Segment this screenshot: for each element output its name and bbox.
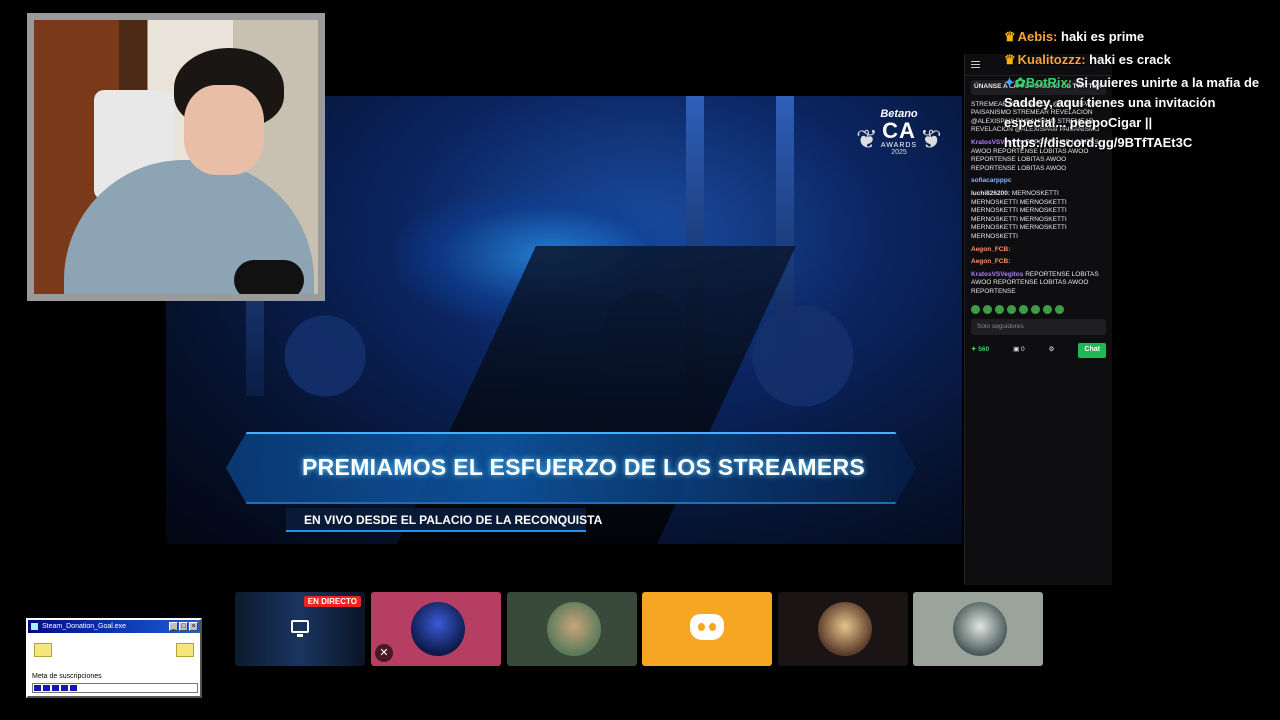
banner-title: PREMIAMOS EL ESFUERZO DE LOS STREAMERS — [302, 454, 866, 480]
participant-tile[interactable] — [778, 592, 908, 666]
overlay-message: ♛ Kualitozzz: haki es crack — [1004, 50, 1274, 70]
chat-message: luchi826200: MERNOSKETTI MERNOSKETTI MER… — [971, 190, 1106, 242]
screen-share-tile[interactable]: EN DIRECTO — [235, 592, 365, 666]
bits-value: 0 — [1021, 346, 1025, 354]
emote-icon[interactable] — [1055, 305, 1064, 315]
overlay-text: haki es prime — [1061, 29, 1145, 44]
chat-username[interactable]: luchi826200: — [971, 190, 1010, 197]
chat-message: sofiacarpppc — [971, 177, 1106, 186]
points-value: 560 — [978, 346, 990, 354]
goal-progress-bar — [32, 683, 198, 693]
award-logo: Betano CA AWARDS 2025 ❦ ❦ — [854, 108, 944, 156]
webcam-frame — [27, 13, 325, 301]
close-icon[interactable]: × — [189, 622, 198, 631]
crown-icon: ♛ — [1004, 29, 1016, 44]
discord-icon — [690, 614, 724, 640]
emote-bar — [965, 302, 1112, 317]
participant-tile[interactable] — [507, 592, 637, 666]
window-body: Meta de suscripciones — [28, 633, 200, 696]
avatar — [547, 602, 601, 656]
streamer-face — [184, 85, 264, 175]
channel-points[interactable]: ✦ 560 — [971, 346, 989, 355]
chat-username[interactable]: sofiacarpppc — [971, 177, 1011, 184]
chat-username[interactable]: KratosVSVegitos — [971, 271, 1023, 278]
chat-username[interactable]: Aegon_FCB: — [971, 258, 1010, 265]
window-titlebar: Steam_Donation_Goal.exe _ □ × — [28, 620, 200, 633]
window-controls: _ □ × — [169, 622, 198, 631]
folder-icon — [176, 643, 194, 657]
muted-icon: ✕ — [375, 644, 393, 662]
avatar — [411, 602, 465, 656]
overlay-username: BotRix: — [1025, 75, 1073, 90]
emote-icon[interactable] — [1031, 305, 1040, 315]
folder-icon — [34, 643, 52, 657]
chat-text: MERNOSKETTI MERNOSKETTI MERNOSKETTI MERN… — [971, 189, 1067, 240]
webcam-feed — [34, 20, 318, 294]
participant-tile[interactable] — [913, 592, 1043, 666]
collapse-icon[interactable] — [971, 61, 980, 68]
live-badge: EN DIRECTO — [303, 596, 361, 607]
avatar — [953, 602, 1007, 656]
participant-tile[interactable]: ✕ — [371, 592, 501, 666]
window-title: Steam_Donation_Goal.exe — [42, 623, 127, 630]
emote-icon[interactable] — [1007, 305, 1016, 315]
chat-message: Aegon_FCB: — [971, 246, 1106, 255]
crown-icon: ♛ — [1004, 52, 1016, 67]
emote-icon[interactable] — [995, 305, 1004, 315]
goal-label: Meta de suscripciones — [32, 673, 102, 680]
avatar — [818, 602, 872, 656]
settings-icon[interactable]: ⚙ — [1049, 346, 1055, 355]
bits-counter[interactable]: ▣ 0 — [1013, 346, 1025, 355]
emote-icon[interactable] — [971, 305, 980, 315]
overlay-username: Aebis: — [1017, 29, 1058, 44]
bot-badge-icon: ✿ — [1014, 75, 1026, 90]
donation-goal-window: Steam_Donation_Goal.exe _ □ × Meta de su… — [26, 618, 202, 698]
emote-icon[interactable] — [983, 305, 992, 315]
chat-input[interactable]: Solo seguidores — [971, 319, 1106, 336]
chat-message: KratosVSVegitos REPORTENSE LOBITAS AWOO … — [971, 271, 1106, 297]
overlay-username: Kualitozzz: — [1017, 52, 1086, 67]
overlay-text: haki es crack — [1089, 52, 1171, 67]
minimize-icon[interactable]: _ — [169, 622, 178, 631]
bits-icon: ▣ — [1013, 346, 1020, 354]
overlay-message: ✦✿BotRix: Si quieres unirte a la mafia d… — [1004, 73, 1274, 153]
chat-username[interactable]: Aegon_FCB: — [971, 246, 1010, 253]
chat-send-button[interactable]: Chat — [1078, 343, 1106, 359]
discord-tile[interactable] — [642, 592, 772, 666]
banner-subtitle: EN VIVO DESDE EL PALACIO DE LA RECONQUIS… — [304, 513, 603, 527]
laurel-icon: ❦ — [856, 124, 878, 154]
app-icon — [31, 623, 38, 630]
emote-icon[interactable] — [1019, 305, 1028, 315]
overlay-message: ♛ Aebis: haki es prime — [1004, 27, 1274, 47]
points-icon: ✦ — [971, 346, 977, 354]
laurel-icon: ❦ — [920, 124, 942, 154]
chat-footer: ✦ 560 ▣ 0 ⚙ Chat — [965, 337, 1112, 364]
microphone — [234, 260, 304, 294]
goal-progress-fill — [34, 685, 80, 691]
emote-icon[interactable] — [1043, 305, 1052, 315]
chat-overlay: ♛ Aebis: haki es prime ♛ Kualitozzz: haki … — [1004, 27, 1274, 156]
stream-canvas: Betano CA AWARDS 2025 ❦ ❦ PREMIAMOS EL E… — [0, 0, 1280, 720]
screen-share-icon — [291, 620, 309, 637]
chat-message: Aegon_FCB: — [971, 258, 1106, 267]
bot-icon: ✦ — [1004, 75, 1015, 90]
maximize-icon[interactable]: □ — [179, 622, 188, 631]
